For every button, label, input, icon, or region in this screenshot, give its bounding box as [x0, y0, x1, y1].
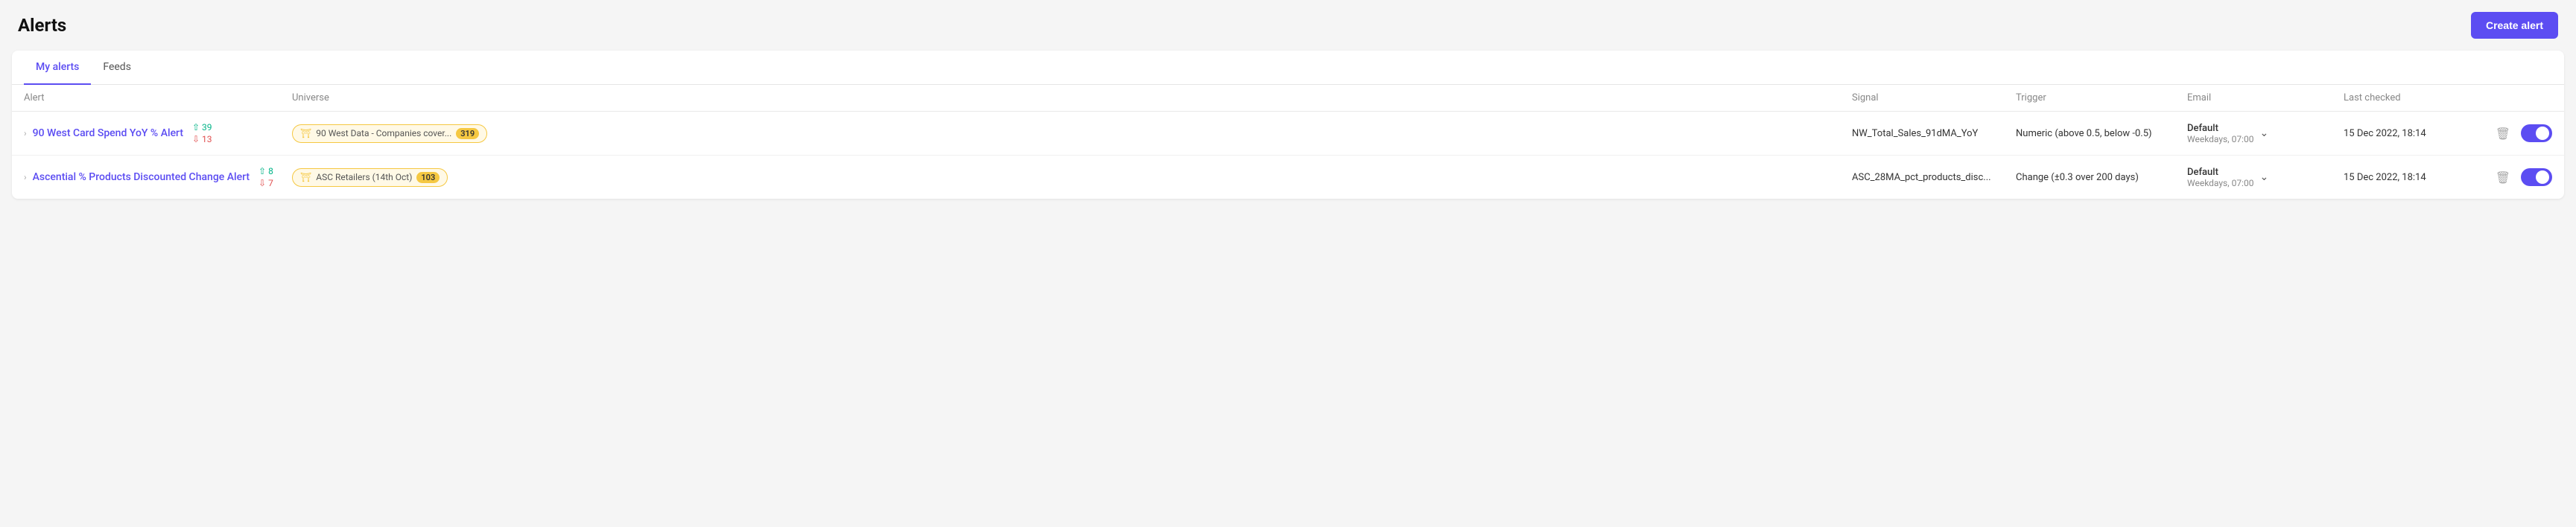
count-down-1: ⇩ 13: [192, 134, 212, 144]
create-alert-button[interactable]: Create alert: [2471, 12, 2558, 39]
trigger-cell-2: Change (±0.3 over 200 days): [2016, 172, 2187, 183]
tag-icon-1: ⛩: [300, 128, 311, 138]
email-chevron-2[interactable]: ⌄: [2259, 171, 2268, 183]
trigger-cell-1: Numeric (above 0.5, below -0.5): [2016, 128, 2187, 139]
universe-label-1: 90 West Data - Companies cover...: [316, 128, 451, 138]
tab-my-alerts[interactable]: My alerts: [24, 51, 91, 85]
alert-link-1[interactable]: 90 West Card Spend YoY % Alert: [33, 127, 183, 139]
email-label-1: Default: [2187, 123, 2253, 134]
email-label-2: Default: [2187, 167, 2253, 178]
count-up-2: ⇧ 8: [258, 166, 273, 176]
signal-cell-1: NW_Total_Sales_91dMA_YoY: [1852, 128, 2016, 139]
alert-cell-2: › Ascential % Products Discounted Change…: [24, 166, 292, 188]
universe-cell-1: ⛩ 90 West Data - Companies cover... 319: [292, 124, 1852, 143]
count-up-1: ⇧ 39: [192, 122, 212, 132]
col-trigger: Trigger: [2016, 92, 2187, 103]
table-header: Alert Universe Signal Trigger Email Last…: [12, 85, 2564, 112]
col-last-checked: Last checked: [2344, 92, 2493, 103]
alert-name-row-1: 90 West Card Spend YoY % Alert ⇧ 39 ⇩ 13: [33, 122, 212, 144]
toggle-slider-1: [2521, 124, 2552, 142]
universe-badge-1[interactable]: ⛩ 90 West Data - Companies cover... 319: [292, 124, 487, 143]
page-title: Alerts: [18, 15, 66, 36]
last-checked-1: 15 Dec 2022, 18:14: [2344, 128, 2493, 139]
expand-chevron-2[interactable]: ›: [24, 172, 27, 182]
page-header: Alerts Create alert: [0, 0, 2576, 51]
tabs-container: My alerts Feeds: [12, 51, 2564, 85]
email-time-2: Weekdays, 07:00: [2187, 178, 2253, 188]
col-email: Email: [2187, 92, 2344, 103]
universe-cell-2: ⛩ ASC Retailers (14th Oct) 103: [292, 168, 1852, 187]
signal-cell-2: ASC_28MA_pct_products_disc...: [1852, 172, 2016, 183]
alert-name-row-2: Ascential % Products Discounted Change A…: [33, 166, 273, 188]
tag-icon-2: ⛩: [300, 172, 311, 182]
col-signal: Signal: [1852, 92, 2016, 103]
table-row: › 90 West Card Spend YoY % Alert ⇧ 39 ⇩ …: [12, 112, 2564, 156]
actions-cell-2: 🗑: [2493, 168, 2552, 186]
main-card: My alerts Feeds Alert Universe Signal Tr…: [12, 51, 2564, 199]
universe-count-1: 319: [456, 128, 479, 139]
count-down-2: ⇩ 7: [258, 178, 273, 188]
col-actions: [2493, 92, 2552, 103]
universe-label-2: ASC Retailers (14th Oct): [316, 172, 412, 182]
universe-badge-2[interactable]: ⛩ ASC Retailers (14th Oct) 103: [292, 168, 448, 187]
alert-cell-1: › 90 West Card Spend YoY % Alert ⇧ 39 ⇩ …: [24, 122, 292, 144]
toggle-1[interactable]: [2521, 124, 2552, 142]
actions-cell-1: 🗑: [2493, 124, 2552, 142]
email-info-2: Default Weekdays, 07:00: [2187, 167, 2253, 188]
delete-button-1[interactable]: 🗑: [2496, 127, 2510, 141]
col-universe: Universe: [292, 92, 1852, 103]
email-cell-2: Default Weekdays, 07:00 ⌄: [2187, 167, 2344, 188]
email-chevron-1[interactable]: ⌄: [2259, 127, 2268, 139]
email-cell-1: Default Weekdays, 07:00 ⌄: [2187, 123, 2344, 144]
toggle-slider-2: [2521, 168, 2552, 186]
alert-counts-1: ⇧ 39 ⇩ 13: [192, 122, 212, 144]
table-row: › Ascential % Products Discounted Change…: [12, 156, 2564, 199]
alert-link-2[interactable]: Ascential % Products Discounted Change A…: [33, 171, 250, 183]
tab-feeds[interactable]: Feeds: [91, 51, 143, 85]
col-alert: Alert: [24, 92, 292, 103]
delete-button-2[interactable]: 🗑: [2496, 170, 2510, 185]
toggle-2[interactable]: [2521, 168, 2552, 186]
last-checked-2: 15 Dec 2022, 18:14: [2344, 172, 2493, 183]
email-time-1: Weekdays, 07:00: [2187, 134, 2253, 144]
expand-chevron-1[interactable]: ›: [24, 128, 27, 138]
universe-count-2: 103: [416, 172, 440, 183]
email-info-1: Default Weekdays, 07:00: [2187, 123, 2253, 144]
alert-counts-2: ⇧ 8 ⇩ 7: [258, 166, 273, 188]
